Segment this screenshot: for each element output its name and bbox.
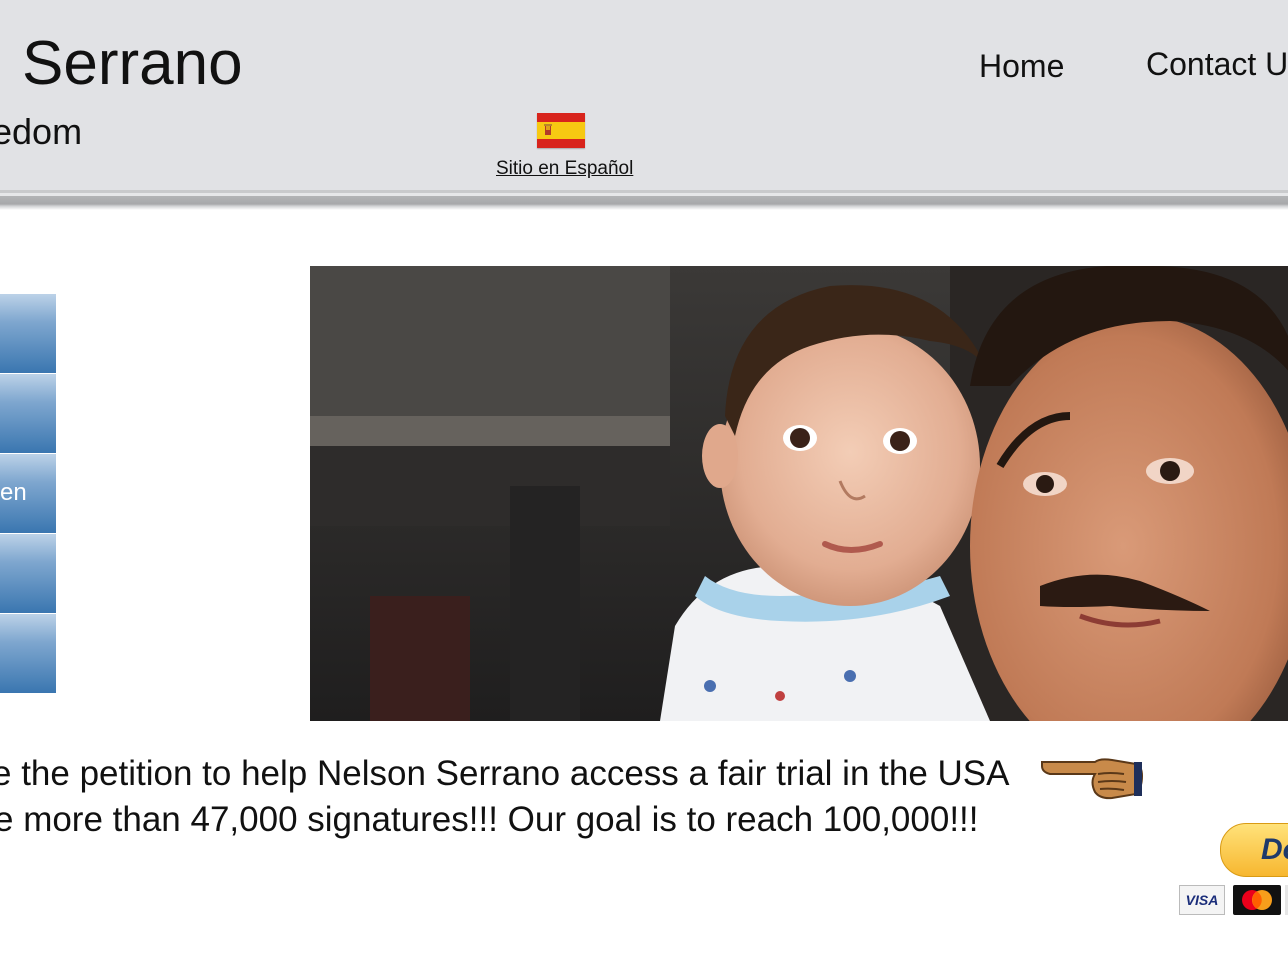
- site-subtitle: edom: [0, 111, 83, 152]
- petition-text-line-1[interactable]: e the petition to help Nelson Serrano ac…: [0, 752, 1010, 796]
- sidebar-menu: en: [0, 294, 56, 694]
- sidebar-item-2[interactable]: [0, 374, 56, 453]
- hero-photo: [310, 266, 1288, 721]
- spanish-site-link[interactable]: Sitio en Español: [496, 157, 633, 181]
- header-divider: [0, 190, 1288, 210]
- site-title[interactable]: Serrano: [22, 26, 243, 102]
- donate-button-label: Do: [1261, 833, 1288, 866]
- pointing-hand-icon[interactable]: [1040, 752, 1144, 800]
- sidebar-item-3[interactable]: en: [0, 454, 56, 533]
- spain-flag-icon[interactable]: [537, 113, 585, 148]
- sidebar-item-5[interactable]: [0, 614, 56, 693]
- nav-home-link[interactable]: Home: [979, 46, 1064, 86]
- donate-button[interactable]: Do: [1220, 823, 1288, 877]
- sidebar-item-label: en: [0, 479, 27, 506]
- mastercard-icon: [1233, 885, 1281, 915]
- nav-contact-link[interactable]: Contact U: [1146, 44, 1288, 84]
- sidebar-item-1[interactable]: [0, 294, 56, 373]
- sidebar-item-4[interactable]: [0, 534, 56, 613]
- family-photo-image: [310, 266, 1288, 721]
- petition-text-line-2: e more than 47,000 signatures!!! Our goa…: [0, 800, 979, 839]
- site-header: Serrano edom Home Contact U Sitio en Esp…: [0, 0, 1288, 190]
- visa-card-icon: VISA: [1179, 885, 1225, 915]
